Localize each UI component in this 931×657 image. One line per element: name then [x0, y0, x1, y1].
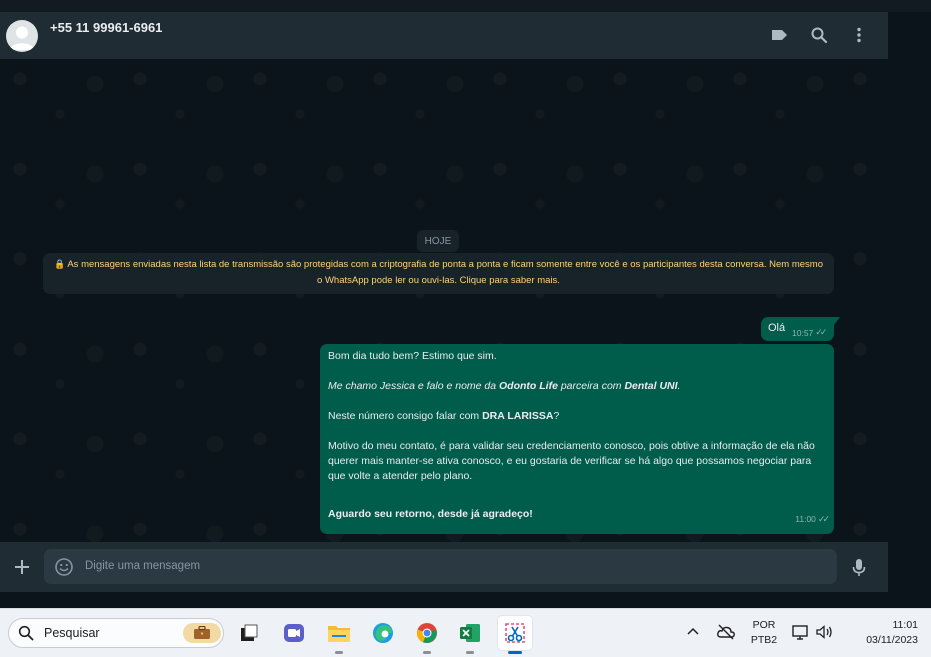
taskbar: Pesquisar POR PTB2 11:01 03/11/2023 [0, 608, 931, 657]
chat-area[interactable]: HOJE 🔒 As mensagens enviadas nesta lista… [0, 59, 888, 542]
message-line: Aguardo seu retorno, desde já agradeço! [328, 508, 533, 520]
message-input[interactable]: Digite uma mensagem [44, 549, 837, 584]
lock-icon: 🔒 [54, 259, 66, 269]
window-margin [888, 12, 931, 608]
edge-icon[interactable] [366, 616, 400, 650]
taskbar-search[interactable]: Pesquisar [8, 618, 224, 648]
message-line: Motivo do meu contato, é para validar se… [328, 440, 815, 482]
system-clock[interactable]: 11:01 03/11/2023 [846, 618, 918, 648]
keyboard-layout-line: PTB2 [750, 634, 778, 646]
running-indicator [423, 651, 431, 654]
video-chat-icon[interactable] [277, 616, 311, 650]
message-meta: 10:57 ✓✓ [792, 327, 827, 338]
top-strip [0, 0, 931, 12]
menu-dots-icon[interactable] [848, 24, 870, 46]
volume-icon[interactable] [815, 623, 833, 641]
encryption-notice[interactable]: 🔒 As mensagens enviadas nesta lista de t… [43, 253, 834, 294]
excel-icon[interactable] [453, 616, 487, 654]
read-ticks-icon: ✓✓ [815, 327, 827, 337]
language-indicator[interactable]: POR PTB2 [748, 618, 780, 648]
running-indicator [466, 651, 474, 654]
file-explorer-icon[interactable] [322, 616, 356, 654]
clock-date: 03/11/2023 [866, 634, 918, 646]
snipping-tool-icon[interactable] [498, 616, 532, 654]
whatsapp-window: +55 11 99961-6961 HOJE 🔒 As mensagens en… [0, 12, 888, 592]
message-time: 10:57 [792, 327, 814, 338]
contact-name[interactable]: +55 11 99961-6961 [50, 20, 162, 35]
message-line: Bom dia tudo bem? Estimo que sim. [328, 350, 497, 362]
message-input-placeholder: Digite uma mensagem [85, 560, 201, 572]
search-icon [18, 625, 34, 641]
network-icon[interactable] [791, 623, 809, 641]
clock-time: 11:01 [892, 619, 919, 631]
running-indicator [508, 651, 522, 654]
message-meta: 11:00 ✓✓ [795, 512, 830, 527]
chrome-icon[interactable] [410, 616, 444, 654]
read-ticks-icon: ✓✓ [817, 514, 830, 524]
cloud-offline-icon[interactable] [716, 623, 735, 641]
message-line: Me chamo Jessica e falo e nome da Odonto… [328, 380, 681, 392]
chevron-up-icon[interactable] [684, 623, 702, 641]
bubble-tail [834, 317, 840, 325]
composer-bar: Digite uma mensagem [0, 542, 888, 592]
message-text: Olá [768, 322, 786, 334]
label-icon[interactable] [768, 24, 790, 46]
message-line: Neste número consigo falar com DRA LARIS… [328, 410, 560, 422]
running-indicator [335, 651, 343, 654]
encryption-notice-text: As mensagens enviadas nesta lista de tra… [67, 259, 823, 286]
contact-avatar[interactable] [6, 20, 38, 52]
microphone-icon[interactable] [848, 556, 870, 578]
briefcase-icon [183, 623, 221, 643]
attach-plus-icon[interactable] [11, 556, 33, 578]
search-icon[interactable] [808, 24, 830, 46]
language-line: POR [752, 619, 776, 631]
task-view-icon[interactable] [232, 616, 266, 650]
date-chip: HOJE [417, 230, 459, 252]
emoji-icon[interactable] [54, 557, 74, 577]
message-bubble[interactable]: Olá 10:57 ✓✓ [761, 317, 840, 341]
taskbar-search-label: Pesquisar [44, 626, 100, 640]
message-time: 11:00 [795, 514, 816, 524]
chat-header: +55 11 99961-6961 [0, 12, 888, 59]
message-bubble[interactable]: Bom dia tudo bem? Estimo que sim. Me cha… [320, 344, 834, 534]
